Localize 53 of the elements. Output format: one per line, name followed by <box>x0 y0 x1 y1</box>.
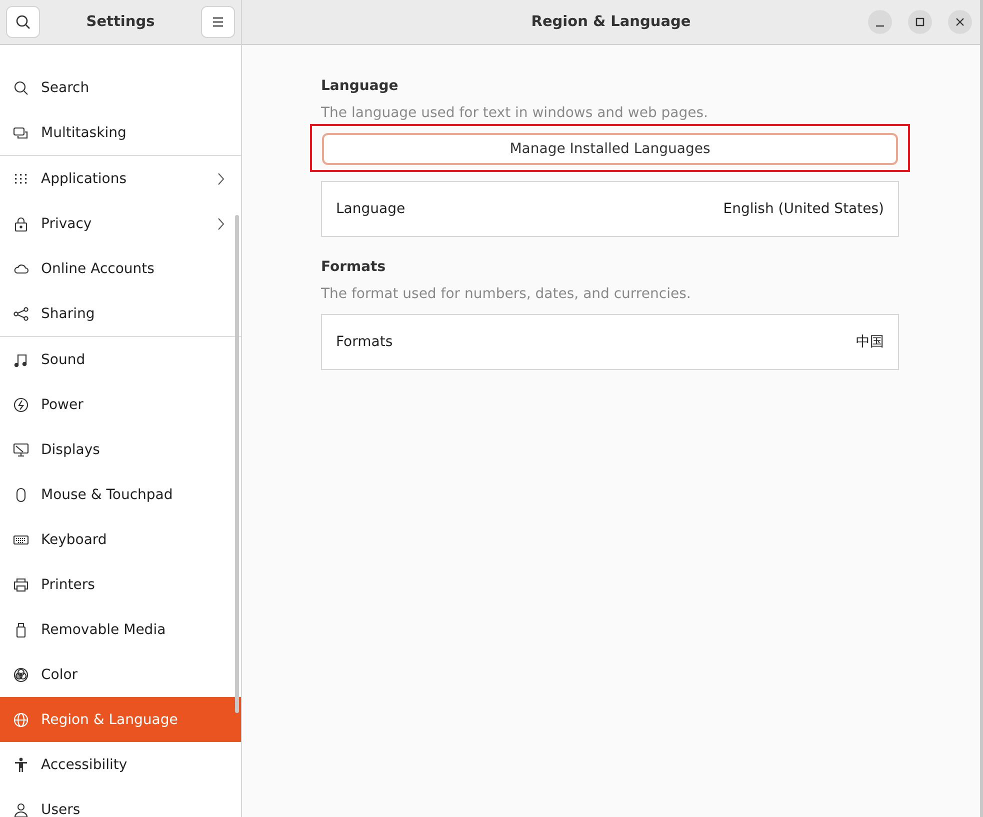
search-icon <box>15 14 31 30</box>
menu-icon <box>210 16 225 28</box>
row-value: English (United States) <box>723 201 884 217</box>
settings-row[interactable]: Formats 中国 <box>321 314 899 370</box>
sidebar-item[interactable]: Applications <box>0 156 241 201</box>
chevron-icon <box>217 216 225 230</box>
section-description: The language used for text in windows and web pages. <box>321 105 709 121</box>
user-icon <box>13 802 29 817</box>
close-icon <box>955 17 965 27</box>
sidebar-item[interactable]: Online Accounts <box>0 246 241 291</box>
row-label: Language <box>336 201 406 217</box>
section-heading: Formats <box>321 259 387 275</box>
manage-languages-button[interactable]: Manage Installed Languages <box>322 133 898 165</box>
sidebar-item[interactable]: Accessibility <box>0 742 241 787</box>
printer-icon <box>13 576 29 592</box>
chevron-icon <box>217 172 225 186</box>
sidebar-item[interactable]: Search <box>0 65 241 110</box>
sidebar-item[interactable]: Multitasking <box>0 110 241 156</box>
globe-icon <box>13 712 29 728</box>
scroll-bar[interactable] <box>235 215 239 713</box>
sidebar-item[interactable]: Users <box>0 787 241 817</box>
sidebar-item[interactable]: Printers <box>0 562 241 607</box>
lock-icon <box>13 216 29 232</box>
color-circles-icon <box>13 666 29 682</box>
menu-button[interactable] <box>200 6 235 38</box>
sidebar-item[interactable]: Power <box>0 382 241 427</box>
row-label: Formats <box>336 334 393 350</box>
minimize-icon <box>876 24 884 26</box>
sidebar-item[interactable]: Privacy <box>0 201 241 246</box>
row-value: 中国 <box>856 333 884 351</box>
maximize-icon <box>915 17 925 27</box>
window-title: Region & Language <box>531 14 691 30</box>
sidebar-item[interactable]: Color <box>0 652 241 697</box>
sidebar-item[interactable]: Removable Media <box>0 607 241 652</box>
sidebar-item[interactable]: Keyboard <box>0 517 241 562</box>
sidebar-title: Settings <box>86 14 155 30</box>
share-icon <box>13 306 29 322</box>
sidebar-item[interactable]: Sound <box>0 337 241 382</box>
close-button[interactable] <box>948 10 972 34</box>
maximize-button[interactable] <box>908 10 932 34</box>
sidebar-item[interactable]: Displays <box>0 427 241 472</box>
section-heading: Language <box>321 78 400 94</box>
monitor-icon <box>13 442 29 458</box>
section-description: The format used for numbers, dates, and currencies. <box>321 286 692 302</box>
music-note-icon <box>13 352 29 368</box>
power-icon <box>13 396 29 412</box>
settings-row[interactable]: Language English (United States) <box>321 181 899 237</box>
sidebar-item[interactable]: Region & Language <box>0 697 241 742</box>
windows-icon <box>13 124 29 140</box>
person-icon <box>13 756 29 772</box>
sidebar-item[interactable]: Mouse & Touchpad <box>0 472 241 517</box>
search-icon <box>13 80 29 96</box>
search-button[interactable] <box>6 6 40 38</box>
